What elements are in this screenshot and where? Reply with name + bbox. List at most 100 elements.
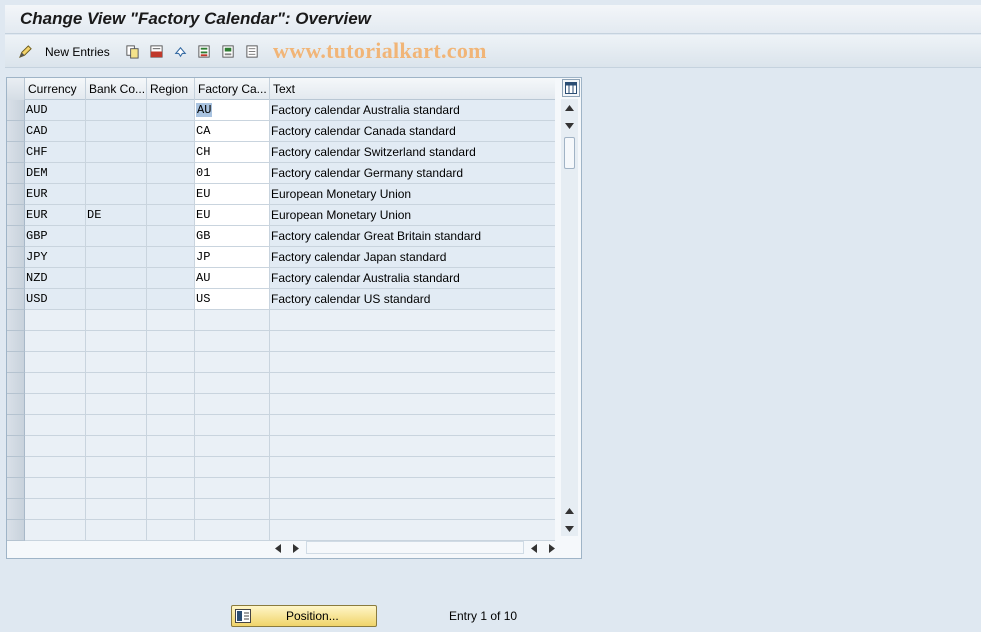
scroll-left-icon[interactable] (272, 542, 284, 554)
row-selector[interactable] (7, 289, 25, 310)
pencil-glasses-icon[interactable] (17, 43, 33, 59)
cell-text: Factory calendar Great Britain standard (270, 226, 555, 247)
row-selector[interactable] (7, 331, 25, 352)
deselect-all-icon[interactable] (244, 43, 260, 59)
empty-table-row (7, 499, 555, 520)
row-selector[interactable] (7, 310, 25, 331)
horizontal-scrollbar-track[interactable] (306, 541, 524, 554)
cell-factory-calendar[interactable] (195, 310, 270, 331)
cell-factory-calendar[interactable] (195, 352, 270, 373)
table-row: CAD CA Factory calendar Canada standard (7, 121, 555, 142)
cell-region (147, 184, 195, 205)
cell-currency: USD (25, 289, 86, 310)
cell-factory-calendar[interactable] (195, 373, 270, 394)
cell-text: Factory calendar Japan standard (270, 247, 555, 268)
row-selector[interactable] (7, 499, 25, 520)
scroll-thumb[interactable] (564, 137, 575, 169)
cell-currency (25, 499, 86, 520)
position-icon (235, 609, 251, 623)
cell-text: European Monetary Union (270, 205, 555, 226)
column-header-bank-country[interactable]: Bank Co... (86, 78, 147, 100)
cell-region (147, 478, 195, 499)
row-selector[interactable] (7, 415, 25, 436)
page-down-icon[interactable] (563, 522, 576, 535)
cell-factory-calendar[interactable] (195, 499, 270, 520)
cell-factory-calendar[interactable] (195, 415, 270, 436)
scroll-right-icon[interactable] (290, 542, 302, 554)
cell-region (147, 520, 195, 541)
cell-region (147, 373, 195, 394)
cell-factory-calendar[interactable]: AU (195, 100, 270, 121)
cell-factory-calendar[interactable]: US (195, 289, 270, 310)
row-selector[interactable] (7, 520, 25, 541)
cell-factory-calendar[interactable] (195, 478, 270, 499)
cell-currency: EUR (25, 205, 86, 226)
cell-bank-country (86, 394, 147, 415)
column-header-factory-calendar[interactable]: Factory Ca... (195, 78, 270, 100)
cell-factory-calendar[interactable]: EU (195, 184, 270, 205)
new-entries-button[interactable]: New Entries (45, 45, 110, 59)
cell-bank-country (86, 436, 147, 457)
cell-factory-calendar[interactable] (195, 520, 270, 541)
cell-factory-calendar[interactable] (195, 457, 270, 478)
row-selector[interactable] (7, 436, 25, 457)
cell-currency (25, 520, 86, 541)
cell-factory-calendar[interactable]: GB (195, 226, 270, 247)
row-selector[interactable] (7, 394, 25, 415)
row-selector[interactable] (7, 457, 25, 478)
row-selector[interactable] (7, 121, 25, 142)
cell-currency (25, 394, 86, 415)
table-row: CHF CH Factory calendar Switzerland standa… (7, 142, 555, 163)
cell-bank-country (86, 499, 147, 520)
cell-factory-calendar[interactable]: 01 (195, 163, 270, 184)
page-up-icon[interactable] (563, 504, 576, 517)
select-all-icon[interactable] (196, 43, 212, 59)
row-selector[interactable] (7, 478, 25, 499)
position-button[interactable]: Position... (231, 605, 377, 627)
row-selector[interactable] (7, 268, 25, 289)
row-selector[interactable] (7, 226, 25, 247)
cell-factory-calendar[interactable] (195, 394, 270, 415)
row-selector[interactable] (7, 373, 25, 394)
table-settings-icon[interactable] (562, 79, 580, 97)
cell-bank-country (86, 373, 147, 394)
entry-counter: Entry 1 of 10 (449, 609, 518, 623)
cell-factory-calendar[interactable]: AU (195, 268, 270, 289)
cell-region (147, 100, 195, 121)
cell-factory-calendar[interactable]: CH (195, 142, 270, 163)
cell-factory-calendar[interactable] (195, 436, 270, 457)
cell-bank-country (86, 121, 147, 142)
scroll-up-icon[interactable] (563, 101, 576, 114)
cell-bank-country (86, 226, 147, 247)
cell-factory-calendar[interactable]: EU (195, 205, 270, 226)
row-selector[interactable] (7, 142, 25, 163)
cell-region (147, 457, 195, 478)
scroll-right-end-icon[interactable] (546, 542, 558, 554)
empty-table-row (7, 520, 555, 541)
delete-icon[interactable] (148, 43, 164, 59)
cell-factory-calendar[interactable]: JP (195, 247, 270, 268)
column-header-currency[interactable]: Currency (25, 78, 86, 100)
select-block-icon[interactable] (220, 43, 236, 59)
select-all-rows-button[interactable] (7, 78, 25, 100)
scroll-left-end-icon[interactable] (528, 542, 540, 554)
row-selector[interactable] (7, 205, 25, 226)
row-selector[interactable] (7, 163, 25, 184)
row-selector[interactable] (7, 184, 25, 205)
vertical-scrollbar[interactable] (561, 99, 578, 536)
column-header-text[interactable]: Text (270, 78, 555, 100)
column-header-region[interactable]: Region (147, 78, 195, 100)
cell-region (147, 352, 195, 373)
scroll-down-icon[interactable] (563, 119, 576, 132)
copy-icon[interactable] (124, 43, 140, 59)
cell-factory-calendar[interactable]: CA (195, 121, 270, 142)
cell-currency (25, 331, 86, 352)
cell-text (270, 331, 555, 352)
row-selector[interactable] (7, 100, 25, 121)
row-selector[interactable] (7, 247, 25, 268)
undo-icon[interactable] (172, 43, 188, 59)
row-selector[interactable] (7, 352, 25, 373)
cell-factory-calendar[interactable] (195, 331, 270, 352)
cell-bank-country: DE (86, 205, 147, 226)
empty-table-row (7, 478, 555, 499)
